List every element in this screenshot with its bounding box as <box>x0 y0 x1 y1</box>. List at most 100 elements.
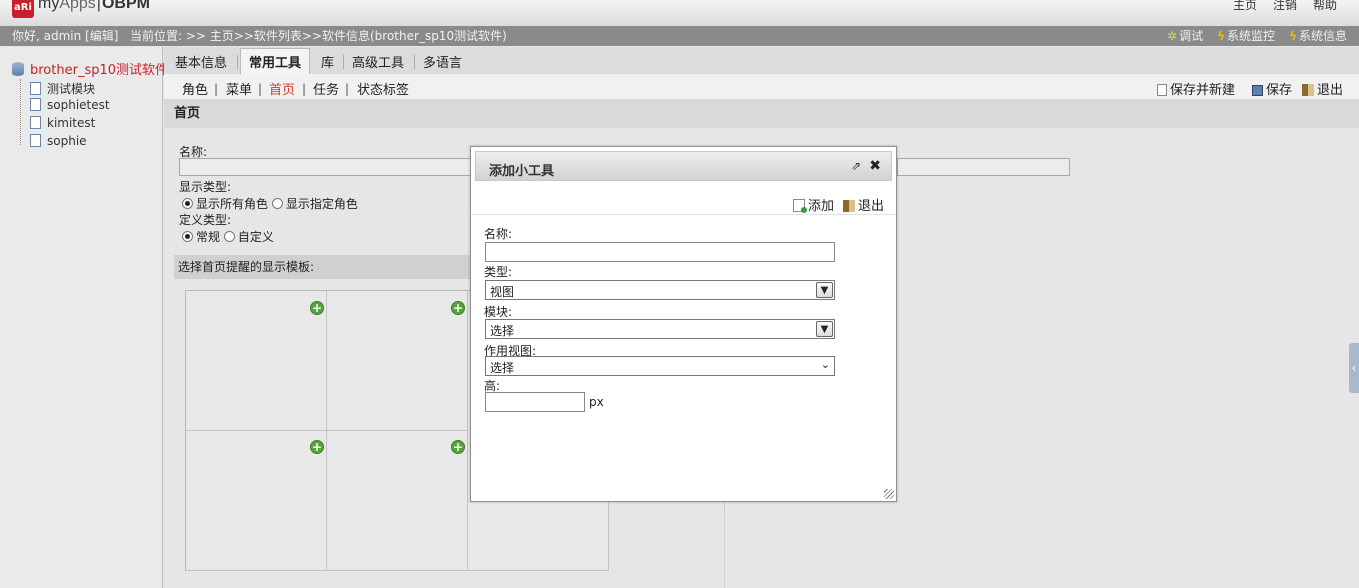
user-greeting[interactable]: 你好, admin [编辑] <box>12 26 118 46</box>
logo-icon: aRi <box>12 0 34 18</box>
dialog-titlebar[interactable]: 添加小工具 ⇗ ✖ <box>475 151 892 181</box>
main-tabs: 基本信息 常用工具 库 高级工具 多语言 <box>164 47 1359 75</box>
type-normal-option[interactable]: 常规 <box>182 230 220 244</box>
exit-button[interactable]: 退出 <box>1302 79 1343 98</box>
subtab-roles[interactable]: 角色 <box>182 79 208 98</box>
save-button[interactable]: 保存 <box>1252 79 1292 98</box>
define-type-label: 定义类型: <box>179 213 232 227</box>
module-tree: brother_sp10测试软件 测试模块 sophietest kimites… <box>0 47 168 588</box>
logo-my: my <box>38 0 60 12</box>
exit-door-icon <box>843 200 855 212</box>
breadcrumb[interactable]: 当前位置: >> 主页>>软件列表>>软件信息(brother_sp10测试软件… <box>130 26 507 46</box>
page-icon <box>30 82 41 95</box>
debug-label: 调试 <box>1179 29 1204 43</box>
tree-item-test-module[interactable]: 测试模块 <box>22 80 95 97</box>
add-widget-icon[interactable]: + <box>310 440 324 454</box>
widget-type-select[interactable]: 视图 ▼ <box>485 280 835 300</box>
subtab-tasks[interactable]: 任务 <box>313 79 339 98</box>
tree-item-label: kimitest <box>47 116 96 130</box>
save-and-new-label: 保存并新建 <box>1170 83 1236 98</box>
maximize-icon[interactable]: ⇗ <box>851 159 861 173</box>
template-label: 选择首页提醒的显示模板: <box>174 255 474 279</box>
dialog-add-button[interactable]: 添加 <box>793 195 834 214</box>
radio-unchecked-icon <box>271 198 283 209</box>
widget-module-label: 模块: <box>484 305 513 319</box>
widget-module-select[interactable]: 选择 ▼ <box>485 319 835 339</box>
system-monitor-label: 系统监控 <box>1227 29 1276 43</box>
resize-grip-icon[interactable] <box>884 489 894 499</box>
save-disk-icon <box>1252 85 1263 96</box>
app-window: aRi myApps|OBPM 主页 注销 帮助 你好, admin [编辑] … <box>0 0 1359 588</box>
logout-link[interactable]: 注销 <box>1273 0 1297 13</box>
logo-separator: | <box>96 0 101 12</box>
widget-type-value: 视图 <box>490 285 515 299</box>
define-type-options: 常规 自定义 <box>182 228 274 245</box>
subtab-homepage[interactable]: 首页 <box>269 79 295 98</box>
name-input-extension[interactable] <box>897 158 1070 176</box>
chevron-down-icon: ▼ <box>816 282 833 298</box>
subtab-divider: | <box>214 82 219 96</box>
display-all-option[interactable]: 显示所有角色 <box>182 197 268 211</box>
widget-name-input[interactable] <box>485 242 835 262</box>
widget-height-input[interactable] <box>485 392 585 412</box>
display-type-label: 显示类型: <box>179 180 232 194</box>
tab-common-tools[interactable]: 常用工具 <box>240 48 311 75</box>
template-cell <box>327 291 468 431</box>
close-icon[interactable]: ✖ <box>869 158 881 174</box>
tab-divider <box>414 55 415 69</box>
top-header: aRi myApps|OBPM 主页 注销 帮助 <box>0 0 1359 26</box>
template-cell <box>186 431 327 571</box>
debug-link[interactable]: ✲ 调试 <box>1167 26 1203 46</box>
tab-divider <box>343 55 344 69</box>
home-link[interactable]: 主页 <box>1233 0 1257 13</box>
help-link[interactable]: 帮助 <box>1313 0 1337 13</box>
chevron-down-icon: ▼ <box>816 321 833 337</box>
display-specified-label: 显示指定角色 <box>285 197 358 211</box>
widget-name-label: 名称: <box>484 227 513 241</box>
display-type-options: 显示所有角色 显示指定角色 <box>182 195 358 212</box>
add-widget-icon[interactable]: + <box>451 440 465 454</box>
tree-item-sophie[interactable]: sophie <box>22 134 87 148</box>
save-and-new-button[interactable]: 保存并新建 <box>1157 79 1235 98</box>
system-links: ✲ 调试 ϟ 系统监控 ϟ 系统信息 <box>1167 26 1347 46</box>
type-custom-option[interactable]: 自定义 <box>223 230 274 244</box>
widget-type-label: 类型: <box>484 265 513 279</box>
widget-view-value: 选择 <box>490 361 515 375</box>
dialog-exit-button[interactable]: 退出 <box>843 195 884 214</box>
top-links: 主页 注销 帮助 <box>1233 0 1337 13</box>
database-icon <box>12 62 24 76</box>
tree-root[interactable]: brother_sp10测试软件 <box>12 59 168 78</box>
tree-item-label: 测试模块 <box>47 82 96 96</box>
subtab-status-labels[interactable]: 状态标签 <box>357 79 409 98</box>
dialog-title: 添加小工具 <box>489 164 555 179</box>
logo-text: myApps|OBPM <box>38 0 150 13</box>
tab-multilanguage[interactable]: 多语言 <box>423 52 462 71</box>
sub-tabs: 角色 | 菜单 | 首页 | 任务 | 状态标签 保存并新建 保存 退出 <box>164 74 1359 100</box>
tree-root-label: brother_sp10测试软件 <box>30 63 169 78</box>
subtab-divider: | <box>302 82 307 96</box>
tree-item-kimitest[interactable]: kimitest <box>22 116 95 130</box>
add-widget-icon[interactable]: + <box>310 301 324 315</box>
add-document-icon <box>793 199 807 213</box>
page-icon <box>30 134 41 147</box>
display-specified-option[interactable]: 显示指定角色 <box>271 197 358 211</box>
system-info-link[interactable]: ϟ 系统信息 <box>1289 26 1347 46</box>
subtab-menu[interactable]: 菜单 <box>226 79 252 98</box>
tree-item-label: sophie <box>47 134 87 148</box>
add-widget-dialog: 添加小工具 ⇗ ✖ 添加 退出 名称: 类型: 视图 ▼ 模块: 选择 ▼ 作用… <box>470 146 897 502</box>
chevron-down-icon: ⌄ <box>820 358 830 371</box>
radio-checked-icon <box>182 231 193 242</box>
bug-icon: ✲ <box>1167 29 1178 43</box>
tab-basic-info[interactable]: 基本信息 <box>175 52 227 71</box>
tab-divider <box>237 55 238 69</box>
name-input[interactable] <box>179 158 479 176</box>
tab-advanced-tools[interactable]: 高级工具 <box>352 52 404 71</box>
tab-library[interactable]: 库 <box>321 52 334 71</box>
collapse-panel-handle[interactable]: ‹ <box>1349 343 1359 393</box>
widget-view-select[interactable]: 选择 ⌄ <box>485 356 835 376</box>
lightning-icon: ϟ <box>1289 29 1297 43</box>
system-monitor-link[interactable]: ϟ 系统监控 <box>1217 26 1275 46</box>
tree-item-sophietest[interactable]: sophietest <box>22 98 110 112</box>
display-all-label: 显示所有角色 <box>196 197 269 211</box>
add-widget-icon[interactable]: + <box>451 301 465 315</box>
